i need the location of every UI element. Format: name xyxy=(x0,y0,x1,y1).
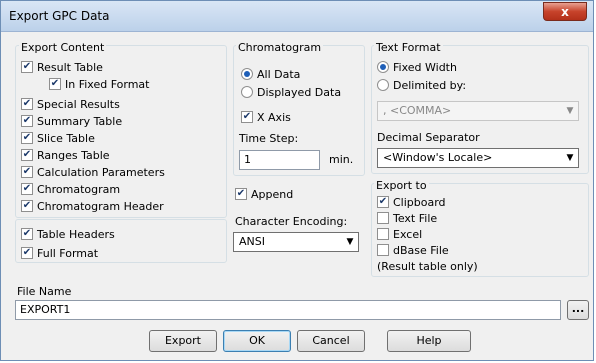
window-title: Export GPC Data xyxy=(9,9,110,23)
checkmark-icon: ✔ xyxy=(21,166,33,178)
chromatogram-checkbox[interactable]: ✔ Chromatogram xyxy=(21,182,120,196)
checkmark-icon: ✔ xyxy=(241,111,253,123)
radio-selected-icon xyxy=(241,68,253,80)
text-format-title: Text Format xyxy=(374,41,443,55)
decimal-separator-select[interactable]: <Window's Locale> ▼ xyxy=(377,148,579,168)
ranges-table-checkbox[interactable]: ✔ Ranges Table xyxy=(21,148,110,162)
export-to-title: Export to xyxy=(374,179,429,193)
title-bar: Export GPC Data x xyxy=(1,1,593,32)
export-to-note: (Result table only) xyxy=(377,260,478,273)
checkmark-icon: ✔ xyxy=(21,132,33,144)
file-name-label: File Name xyxy=(17,285,72,298)
delimiter-select[interactable]: , <COMMA> ▼ xyxy=(377,101,579,121)
checkmark-icon: ✔ xyxy=(21,61,33,73)
table-headers-checkbox[interactable]: ✔ Table Headers xyxy=(21,227,115,241)
all-data-radio[interactable]: All Data xyxy=(241,67,300,81)
checkbox-empty-icon xyxy=(377,212,389,224)
delimited-by-radio[interactable]: Delimited by: xyxy=(377,78,466,92)
dbase-file-checkbox[interactable]: dBase File xyxy=(377,243,449,257)
summary-table-checkbox[interactable]: ✔ Summary Table xyxy=(21,114,122,128)
close-icon: x xyxy=(561,5,569,19)
clipboard-checkbox[interactable]: ✔ Clipboard xyxy=(377,195,446,209)
time-step-unit: min. xyxy=(329,153,354,166)
export-gpc-dialog: Export GPC Data x Export Content ✔ Result… xyxy=(0,0,594,361)
full-format-checkbox[interactable]: ✔ Full Format xyxy=(21,246,98,260)
calculation-parameters-checkbox[interactable]: ✔ Calculation Parameters xyxy=(21,165,165,179)
checkmark-icon: ✔ xyxy=(21,149,33,161)
export-content-title: Export Content xyxy=(19,41,107,55)
displayed-data-radio[interactable]: Displayed Data xyxy=(241,85,341,99)
checkmark-icon: ✔ xyxy=(21,200,33,212)
result-table-checkbox[interactable]: ✔ Result Table xyxy=(21,60,103,74)
excel-checkbox[interactable]: Excel xyxy=(377,227,422,241)
checkmark-icon: ✔ xyxy=(21,98,33,110)
checkbox-empty-icon xyxy=(377,228,389,240)
chromatogram-title: Chromatogram xyxy=(236,41,324,55)
special-results-checkbox[interactable]: ✔ Special Results xyxy=(21,97,120,111)
x-axis-checkbox[interactable]: ✔ X Axis xyxy=(241,110,291,124)
checkmark-icon: ✔ xyxy=(21,228,33,240)
chevron-down-icon: ▼ xyxy=(346,237,354,247)
checkmark-icon: ✔ xyxy=(21,247,33,259)
in-fixed-format-checkbox[interactable]: ✔ In Fixed Format xyxy=(49,77,149,91)
chromatogram-header-checkbox[interactable]: ✔ Chromatogram Header xyxy=(21,199,164,213)
append-checkbox[interactable]: ✔ Append xyxy=(235,187,293,201)
checkmark-icon: ✔ xyxy=(235,188,247,200)
checkmark-icon: ✔ xyxy=(21,183,33,195)
time-step-label: Time Step: xyxy=(239,132,299,145)
checkmark-icon: ✔ xyxy=(377,196,389,208)
time-step-input[interactable]: 1 xyxy=(239,150,320,170)
character-encoding-label: Character Encoding: xyxy=(235,215,348,228)
file-name-input[interactable]: EXPORT1 xyxy=(15,300,561,320)
checkmark-icon: ✔ xyxy=(21,115,33,127)
checkmark-icon: ✔ xyxy=(49,78,61,90)
chevron-down-icon: ▼ xyxy=(566,153,574,163)
radio-icon xyxy=(241,86,253,98)
decimal-separator-label: Decimal Separator xyxy=(377,131,480,144)
radio-icon xyxy=(377,79,389,91)
help-button[interactable]: Help xyxy=(387,330,471,352)
radio-selected-icon xyxy=(377,61,389,73)
browse-button[interactable]: ... xyxy=(567,300,589,320)
slice-table-checkbox[interactable]: ✔ Slice Table xyxy=(21,131,95,145)
close-button[interactable]: x xyxy=(543,2,587,21)
fixed-width-radio[interactable]: Fixed Width xyxy=(377,60,457,74)
cancel-button[interactable]: Cancel xyxy=(297,330,365,352)
chevron-down-icon: ▼ xyxy=(566,106,574,116)
text-file-checkbox[interactable]: Text File xyxy=(377,211,437,225)
ok-button[interactable]: OK xyxy=(223,330,291,352)
character-encoding-select[interactable]: ANSI ▼ xyxy=(233,232,359,252)
checkbox-empty-icon xyxy=(377,244,389,256)
export-button[interactable]: Export xyxy=(149,330,217,352)
